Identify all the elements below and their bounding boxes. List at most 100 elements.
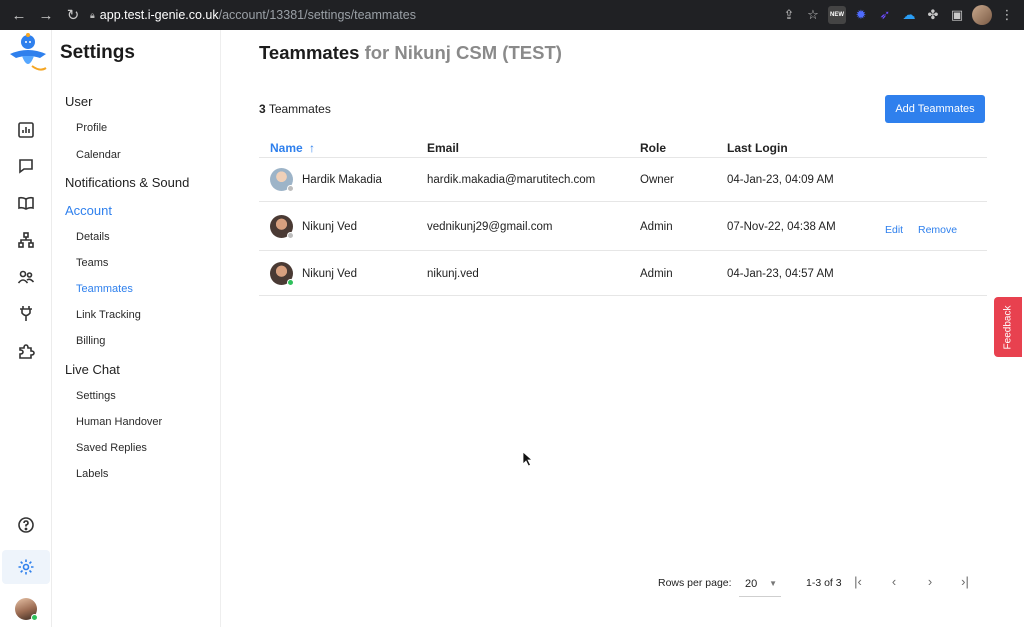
settings-sidebar: Settings User Profile Calendar Notificat… [53,30,221,627]
share-icon[interactable]: ⇪ [780,6,798,24]
puzzle-piece-icon[interactable] [14,340,38,364]
remove-link[interactable]: Remove [918,224,957,236]
chevron-down-icon: ▼ [769,579,777,588]
sidebar-item-settings[interactable]: Settings [76,390,116,402]
column-header-last-login: Last Login [727,141,788,155]
teammate-email: nikunj.ved [427,268,479,280]
cloud-extension-icon[interactable]: ☁ [900,6,918,24]
teammates-count: 3 Teammates [259,102,331,116]
book-icon[interactable] [14,191,38,215]
avatar [270,262,294,286]
sort-ascending-icon: ↑ [309,141,316,155]
teammates-count-label: Teammates [268,102,331,116]
status-dot [287,232,294,239]
gear-extension-icon[interactable]: ✹ [852,6,870,24]
rows-per-page-select[interactable]: 20 ▼ [739,571,781,597]
teammate-last-login: 07-Nov-22, 04:38 AM [727,221,836,233]
teammate-role: Owner [640,174,674,186]
teammates-count-number: 3 [259,102,266,116]
sidebar-title: Settings [60,42,135,63]
chat-icon[interactable] [14,154,38,178]
page-title-account: for Nikunj CSM (TEST) [364,42,562,63]
url-path: /account/13381/settings/teammates [218,8,416,22]
sidebar-section-live-chat[interactable]: Live Chat [65,362,120,377]
status-dot [287,279,294,286]
settings-gear-icon[interactable] [14,555,38,579]
edit-link[interactable]: Edit [885,224,903,236]
next-page-icon[interactable]: › [922,573,938,589]
column-header-role: Role [640,141,667,155]
column-header-name[interactable]: Name ↑ [270,141,315,155]
status-dot [287,185,294,192]
teammate-email: hardik.makadia@marutitech.com [427,174,596,186]
page-title-main: Teammates [259,42,360,63]
row-divider [259,201,987,202]
main-content: Teammates for Nikunj CSM (TEST) 3 Teamma… [222,30,996,627]
mouse-cursor-icon [522,451,534,467]
row-divider [259,250,987,251]
teammate-name: Nikunj Ved [302,221,357,233]
sidebar-item-teammates[interactable]: Teammates [76,283,133,295]
table-row[interactable]: Nikunj Ved vednikunj29@gmail.com Admin 0… [259,205,987,249]
plug-icon[interactable] [14,302,38,326]
sidebar-section-account[interactable]: Account [65,203,112,218]
back-icon[interactable]: ← [6,2,32,28]
sidebar-section-notifications[interactable]: Notifications & Sound [65,175,189,190]
teammate-last-login: 04-Jan-23, 04:09 AM [727,174,834,186]
sidebar-item-teams[interactable]: Teams [76,257,108,269]
puzzle-icon[interactable]: ✤ [924,6,942,24]
sidebar-section-user[interactable]: User [65,94,92,109]
star-icon[interactable]: ☆ [804,6,822,24]
prev-page-icon[interactable]: ‹ [886,573,902,589]
lock-icon: 🔒︎ [90,9,95,20]
analytics-icon[interactable] [14,118,38,142]
avatar [270,215,294,239]
row-divider [259,295,987,296]
add-teammates-button[interactable]: Add Teammates [885,95,985,123]
column-header-name-label: Name [270,141,303,155]
teammate-last-login: 04-Jan-23, 04:57 AM [727,268,834,280]
sidebar-item-link-tracking[interactable]: Link Tracking [76,309,141,321]
teammate-role: Admin [640,221,673,233]
table-row[interactable]: Hardik Makadia hardik.makadia@marutitech… [259,158,987,202]
new-extension-icon[interactable]: NEW [828,6,846,24]
first-page-icon[interactable]: |‹ [850,573,866,589]
avatar [270,168,294,192]
sidebar-item-labels[interactable]: Labels [76,468,108,480]
hierarchy-icon[interactable] [14,228,38,252]
rows-per-page-label: Rows per page: [658,577,732,589]
feedback-tab[interactable]: Feedback [994,297,1022,357]
sidepanel-icon[interactable]: ▣ [948,6,966,24]
genie-logo [10,33,47,71]
more-menu-icon[interactable]: ⋮ [998,6,1016,24]
teammate-name: Hardik Makadia [302,174,382,186]
teammate-name: Nikunj Ved [302,268,357,280]
teammate-role: Admin [640,268,673,280]
teammate-email: vednikunj29@gmail.com [427,221,553,233]
feedback-label: Feedback [1002,305,1014,349]
users-icon[interactable] [14,265,38,289]
forward-icon[interactable]: → [33,2,59,28]
browser-profile-avatar[interactable] [972,5,992,25]
rows-per-page-value: 20 [745,577,758,590]
pagination-range: 1-3 of 3 [806,577,842,589]
column-header-email: Email [427,141,460,155]
page-title: Teammates for Nikunj CSM (TEST) [259,42,562,64]
url-host: app.test.i-genie.co.uk [99,8,219,22]
rocket-extension-icon[interactable]: ➶ [876,6,894,24]
sidebar-item-saved-replies[interactable]: Saved Replies [76,442,147,454]
icon-rail [0,30,52,627]
browser-toolbar: ← → ↻ 🔒︎ app.test.i-genie.co.uk/account/… [0,0,1024,30]
user-avatar[interactable] [15,598,38,621]
sidebar-item-calendar[interactable]: Calendar [76,149,121,161]
reload-icon[interactable]: ↻ [60,2,86,28]
sidebar-item-human-handover[interactable]: Human Handover [76,416,162,428]
sidebar-item-details[interactable]: Details [76,231,110,243]
sidebar-item-profile[interactable]: Profile [76,122,107,134]
online-status-dot [31,614,38,621]
help-icon[interactable] [14,513,38,537]
last-page-icon[interactable]: ›| [957,573,973,589]
address-bar[interactable]: 🔒︎ app.test.i-genie.co.uk/account/13381/… [90,4,740,26]
sidebar-item-billing[interactable]: Billing [76,335,105,347]
table-row[interactable]: Nikunj Ved nikunj.ved Admin 04-Jan-23, 0… [259,252,987,296]
